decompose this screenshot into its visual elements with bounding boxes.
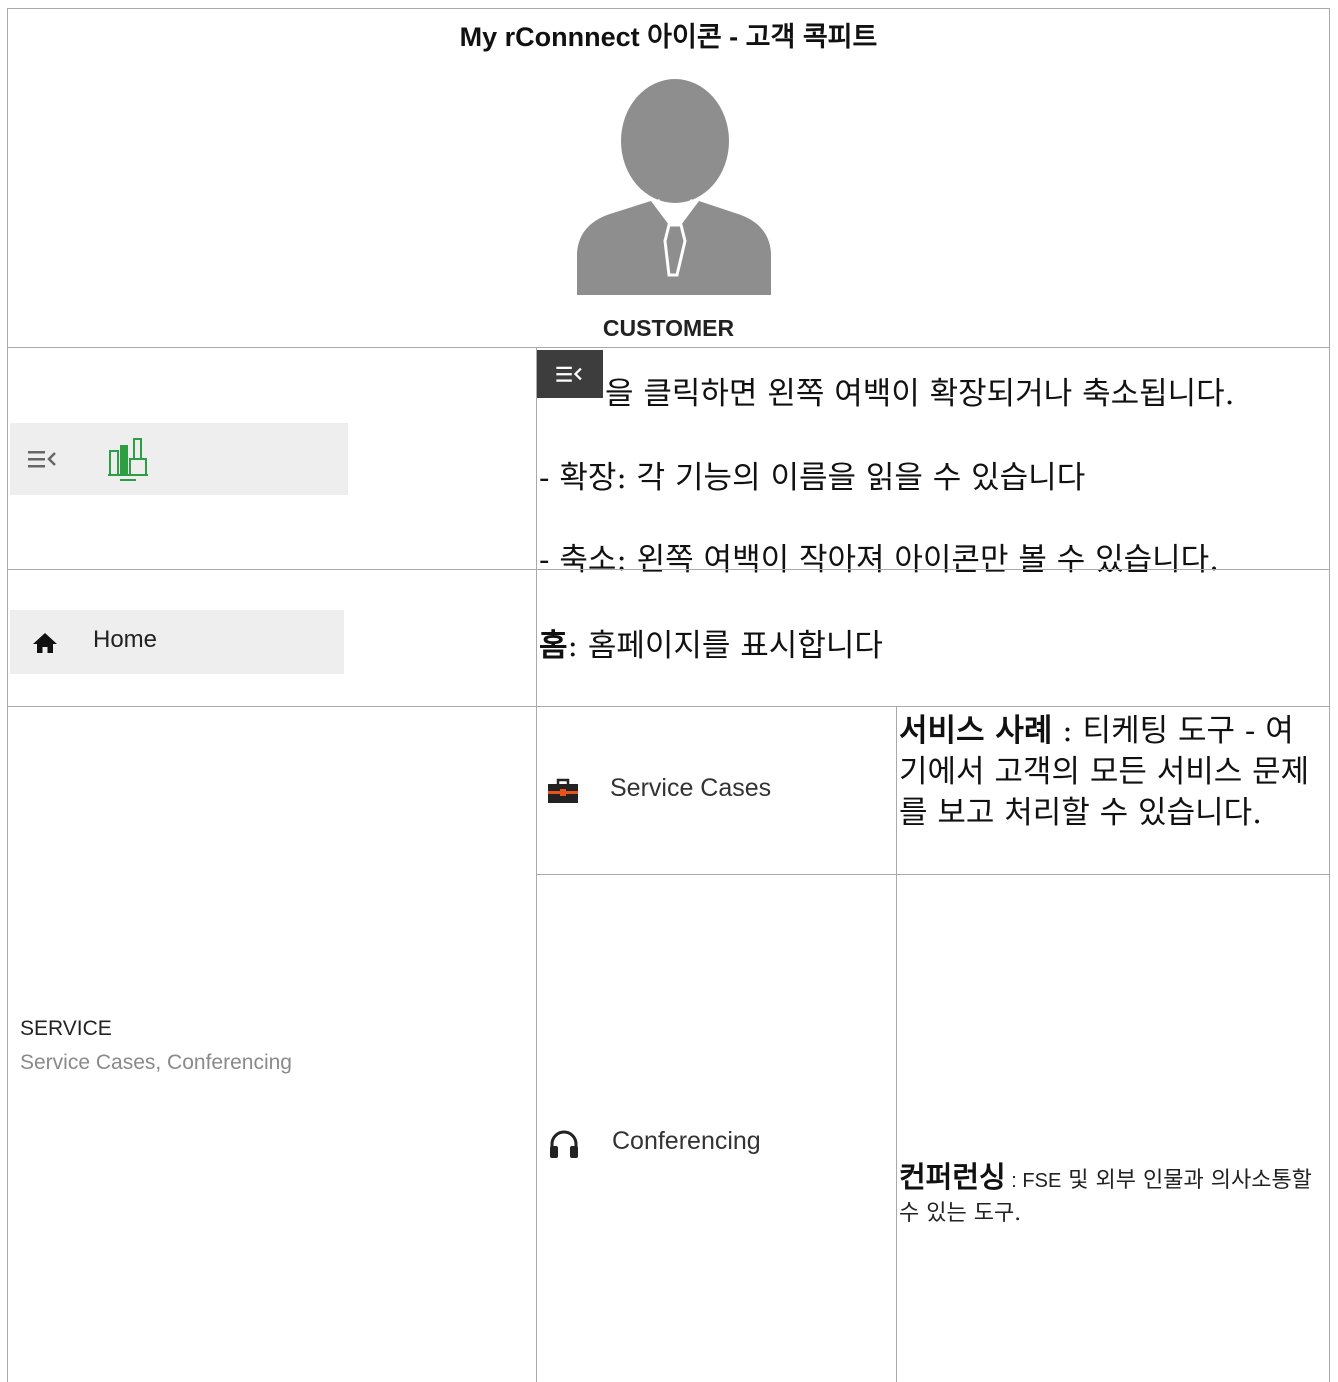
conferencing-preview-cell: Conferencing bbox=[536, 874, 897, 1382]
service-cases-description-cell: 서비스 사례 : 티케팅 도구 - 여기에서 고객의 모든 서비스 문제를 보고… bbox=[896, 706, 1330, 875]
person-avatar-icon bbox=[577, 79, 771, 295]
home-icon bbox=[33, 633, 57, 653]
home-description: 홈: 홈페이지를 표시합니다 bbox=[539, 620, 883, 665]
section-subtitle: Service Cases, Conferencing bbox=[20, 1051, 292, 1074]
service-cases-term: 서비스 사례 bbox=[899, 713, 1053, 749]
menu-collapse-icon[interactable] bbox=[28, 448, 58, 470]
menu-desc-line1: 을 클릭하면 왼쪽 여백이 확장되거나 축소됩니다. bbox=[605, 376, 1235, 412]
home-preview-cell: Home bbox=[7, 569, 537, 707]
service-cases-preview-cell: Service Cases bbox=[536, 706, 897, 875]
sidebar-item-home[interactable]: Home bbox=[10, 610, 344, 674]
service-cases-description: 서비스 사례 : 티케팅 도구 - 여기에서 고객의 모든 서비스 문제를 보고… bbox=[899, 711, 1319, 834]
conferencing-label[interactable]: Conferencing bbox=[612, 1127, 761, 1156]
menu-collapse-icon bbox=[537, 350, 603, 398]
page-title: My rConnnect 아이콘 - 고객 콕피트 bbox=[459, 22, 878, 52]
menu-desc-line2: - 확장: 각 기능의 이름을 읽을 수 있습니다 bbox=[539, 460, 1086, 496]
info-table: My rConnnect 아이콘 - 고객 콕피트 CUSTOMER 을 클릭하… bbox=[7, 8, 1330, 1382]
menu-toggle-preview-cell bbox=[7, 347, 537, 570]
home-desc-term: 홈 bbox=[539, 628, 568, 664]
service-cases-label[interactable]: Service Cases bbox=[610, 774, 771, 803]
conferencing-description: 컨퍼런싱 : FSE 및 외부 인물과 의사소통할 수 있는 도구. bbox=[899, 1161, 1319, 1231]
headset-icon[interactable] bbox=[549, 1130, 579, 1160]
home-desc-text: : 홈페이지를 표시합니다 bbox=[567, 628, 883, 664]
avatar-label: CUSTOMER bbox=[602, 315, 735, 341]
conferencing-desc-fse: FSE bbox=[1022, 1170, 1062, 1192]
home-description-cell: 홈: 홈페이지를 표시합니다 bbox=[536, 569, 1330, 707]
section-title: SERVICE bbox=[20, 1017, 112, 1040]
conferencing-term: 컨퍼런싱 bbox=[899, 1160, 1006, 1194]
briefcase-icon[interactable] bbox=[547, 777, 579, 805]
conferencing-description-cell: 컨퍼런싱 : FSE 및 외부 인물과 의사소통할 수 있는 도구. bbox=[896, 874, 1330, 1382]
factory-icon[interactable] bbox=[106, 433, 150, 485]
header-cell: My rConnnect 아이콘 - 고객 콕피트 CUSTOMER bbox=[7, 8, 1330, 348]
conferencing-desc-sep: : bbox=[1005, 1170, 1023, 1192]
collapsed-sidebar-bar bbox=[10, 423, 348, 495]
service-section-cell: SERVICE Service Cases, Conferencing bbox=[7, 706, 537, 1382]
menu-toggle-description-cell: 을 클릭하면 왼쪽 여백이 확장되거나 축소됩니다. - 확장: 각 기능의 이… bbox=[536, 347, 1330, 578]
sidebar-item-label: Home bbox=[93, 626, 158, 653]
